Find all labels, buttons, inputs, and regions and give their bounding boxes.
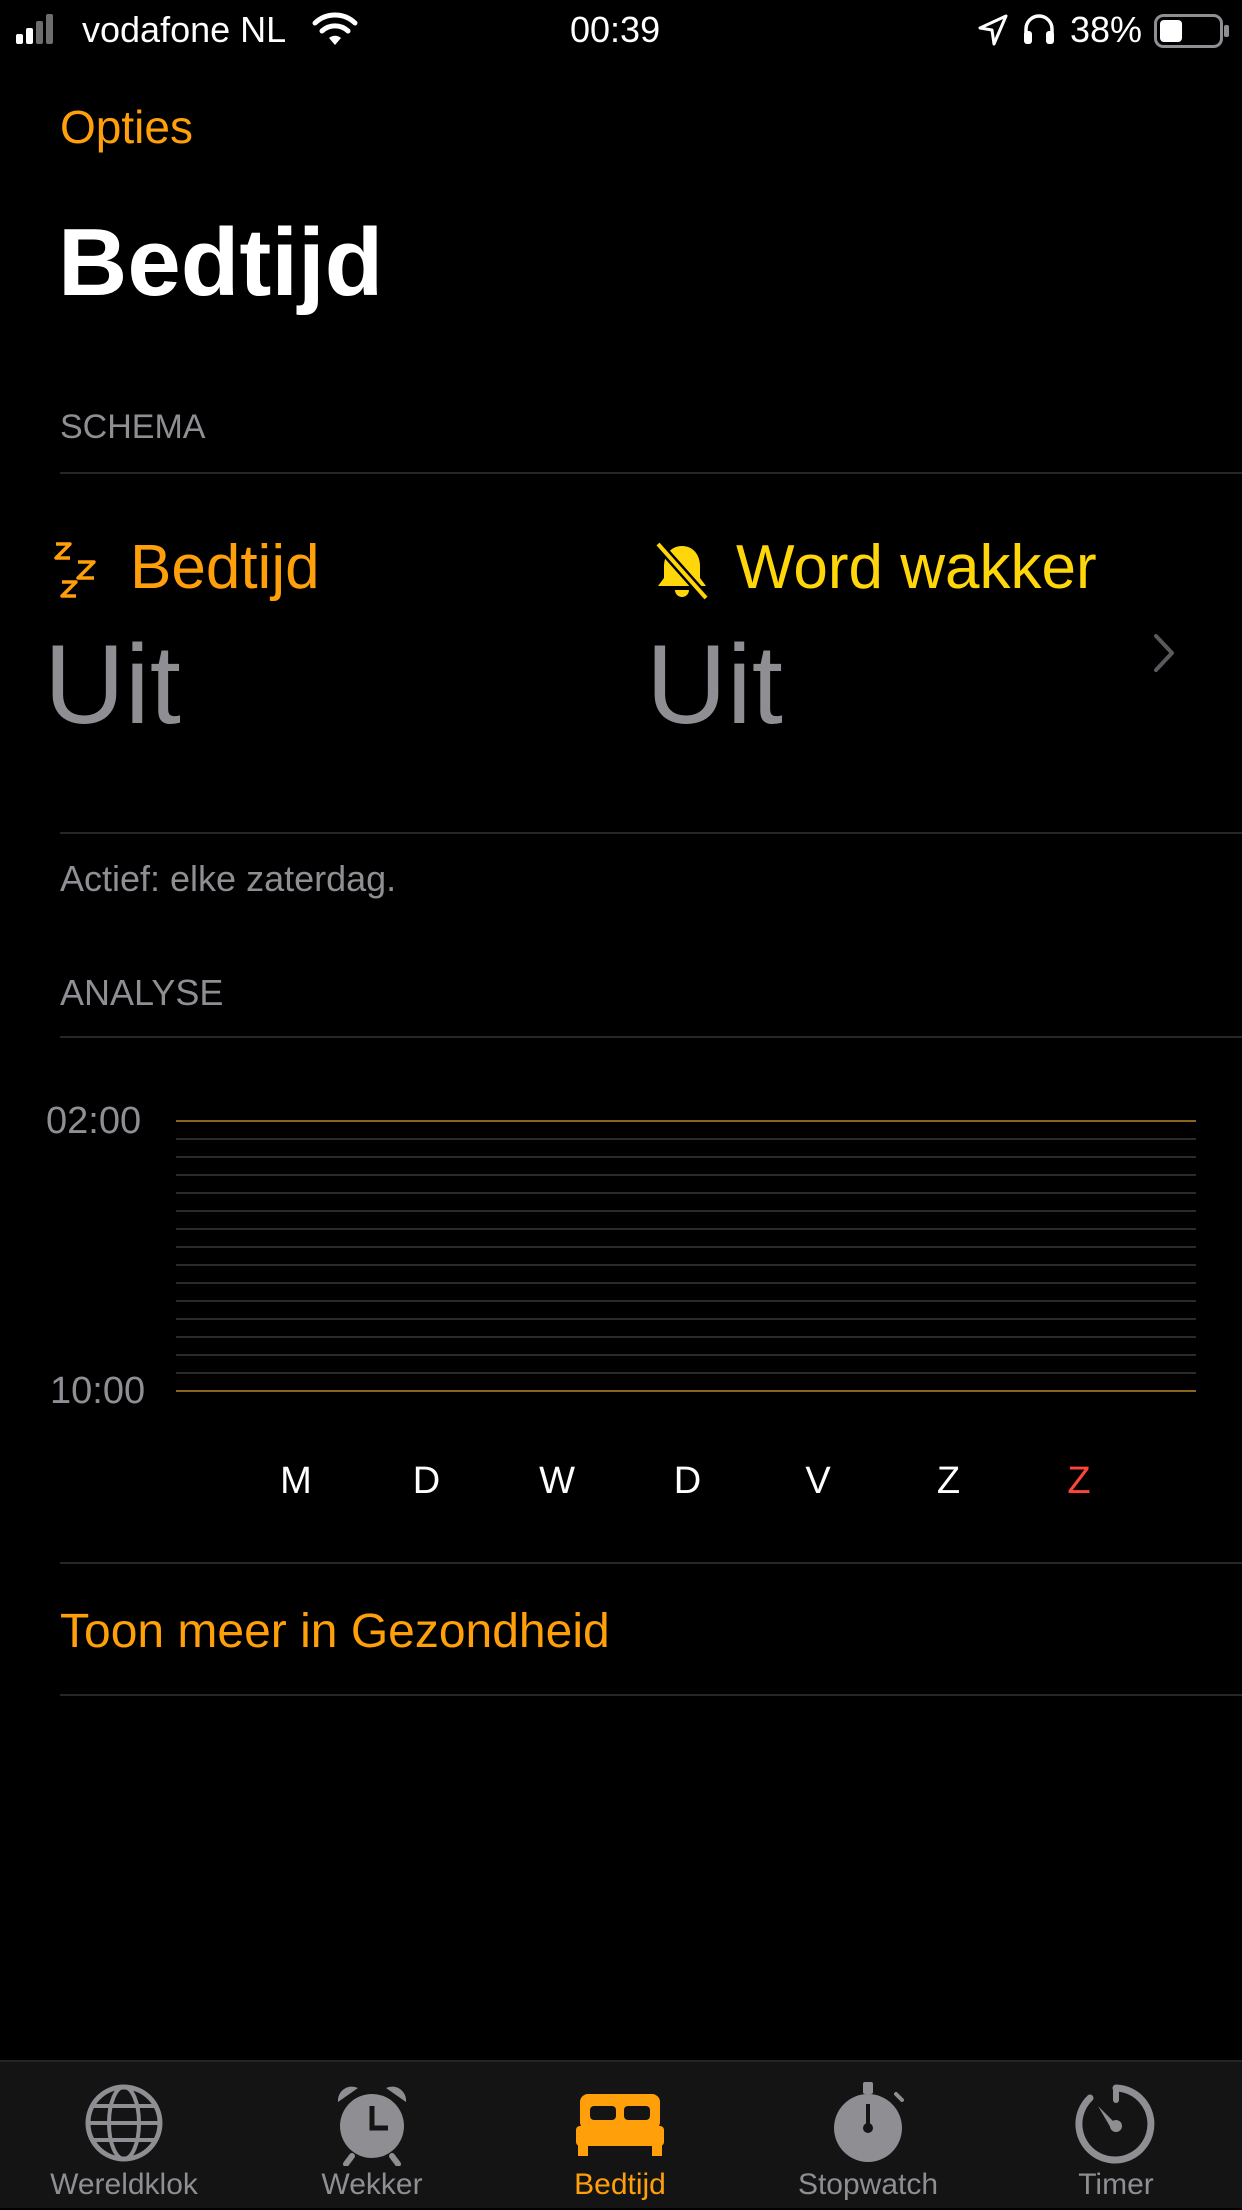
tab-bedtijd[interactable]: Bedtijd: [496, 2062, 744, 2210]
bedtime-value: Uit: [44, 622, 181, 747]
chevron-right-icon: [1154, 634, 1174, 672]
day-label: Z: [936, 1460, 961, 1502]
y-axis-label-bottom: 10:00: [50, 1370, 146, 1412]
tab-stopwatch[interactable]: Stopwatch: [744, 2062, 992, 2210]
day-label: D: [673, 1460, 702, 1502]
day-label: W: [539, 1460, 575, 1502]
tab-label: Stopwatch: [797, 2168, 939, 2201]
carrier-name: vodafone NL: [82, 9, 287, 50]
tab-wereldklok[interactable]: Wereldklok: [0, 2062, 248, 2210]
analysis-section-header: ANALYSE: [60, 972, 224, 1013]
active-schedule-text: Actief: elke zaterdag.: [60, 858, 397, 899]
divider: [60, 1036, 1242, 1038]
divider: [60, 1694, 1242, 1696]
day-labels: MDWDVZZ: [0, 1460, 1242, 1510]
tab-wekker[interactable]: Wekker: [248, 2062, 496, 2210]
tab-label: Bedtijd: [574, 2168, 666, 2201]
day-label: D: [412, 1460, 441, 1502]
divider: [60, 832, 1242, 834]
wake-label: Word wakker: [736, 533, 1097, 602]
globe-icon: [85, 2084, 163, 2162]
signal-icon: [16, 14, 53, 44]
timer-icon: [1075, 2084, 1155, 2164]
tab-bar: Wereldklok Wekker Bedtijd Stopwatch Time…: [0, 2060, 1242, 2208]
battery-icon: [1154, 14, 1229, 48]
day-label: Z: [1067, 1460, 1091, 1502]
tab-label: Wekker: [321, 2168, 423, 2201]
wifi-icon: [312, 12, 358, 45]
y-axis-label-top: 02:00: [46, 1100, 142, 1142]
day-label: V: [805, 1460, 831, 1502]
wake-value: Uit: [646, 622, 783, 747]
status-bar: vodafone NL 00:39 38%: [0, 0, 1242, 60]
bedtime-label: Bedtijd: [130, 533, 320, 602]
tab-label: Timer: [1078, 2168, 1154, 2201]
headphones-icon: [1024, 14, 1054, 44]
location-arrow-icon: [978, 14, 1008, 46]
day-label: M: [280, 1460, 312, 1502]
sleep-analysis-chart: 02:00 10:00 M D W D V Z Z: [0, 1090, 1242, 1530]
divider: [60, 1562, 1242, 1564]
show-more-health-link[interactable]: Toon meer in Gezondheid: [60, 1604, 610, 1659]
chart-grid: [176, 1120, 1196, 1392]
divider: [60, 472, 1242, 474]
options-button[interactable]: Opties: [60, 100, 193, 154]
bed-icon: [576, 2094, 664, 2156]
sleep-zzz-icon: [54, 542, 96, 598]
clock-time: 00:39: [570, 9, 661, 50]
schedule-section-header: SCHEMA: [60, 408, 206, 446]
page-title: Bedtijd: [58, 209, 384, 316]
tab-label: Wereldklok: [50, 2168, 198, 2201]
schedule-row[interactable]: Bedtijd Uit Word wakker Uit: [40, 520, 1242, 820]
alarm-clock-icon: [337, 2086, 407, 2166]
bell-slash-icon: [654, 541, 710, 601]
battery-percent: 38%: [1070, 9, 1143, 50]
stopwatch-icon: [834, 2082, 904, 2162]
tab-timer[interactable]: Timer: [992, 2062, 1240, 2210]
